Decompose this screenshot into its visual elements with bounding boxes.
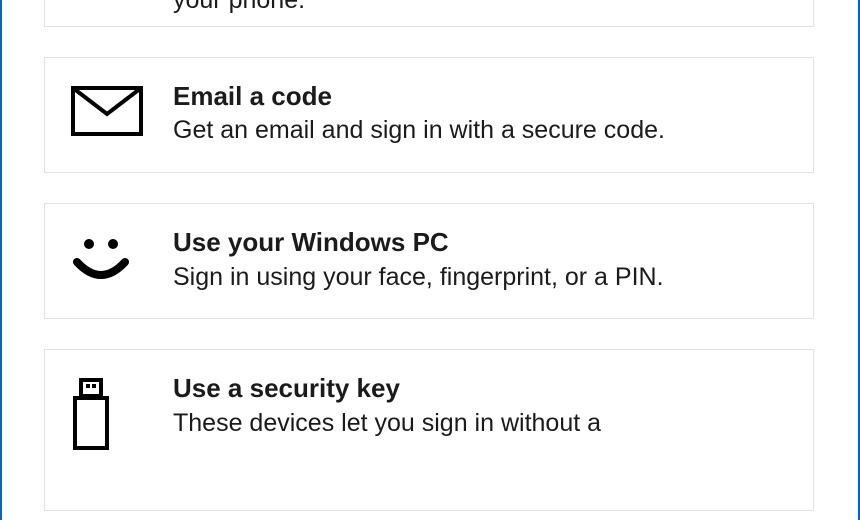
usb-key-icon	[71, 378, 145, 450]
option-description: Get an email and sign in with a secure c…	[173, 114, 787, 148]
smile-icon	[71, 232, 145, 288]
option-title: Email a code	[173, 80, 787, 113]
option-card-text-phone[interactable]: your phone.	[44, 0, 814, 27]
mail-icon	[71, 86, 145, 136]
dialog-frame: your phone. Email a code Get an email an…	[0, 0, 860, 520]
option-text: Email a code Get an email and sign in wi…	[145, 80, 787, 148]
option-text: Use your Windows PC Sign in using your f…	[145, 226, 787, 294]
option-card-windows-pc[interactable]: Use your Windows PC Sign in using your f…	[44, 203, 814, 319]
option-text: Use a security key These devices let you…	[145, 372, 787, 440]
option-description: These devices let you sign in without a	[173, 407, 787, 441]
option-card-security-key[interactable]: Use a security key These devices let you…	[44, 349, 814, 511]
option-card-email-code[interactable]: Email a code Get an email and sign in wi…	[44, 57, 814, 173]
option-description: Sign in using your face, fingerprint, or…	[173, 261, 787, 295]
signin-options-list: your phone. Email a code Get an email an…	[44, 0, 814, 511]
option-title: Use your Windows PC	[173, 226, 787, 259]
option-title: Use a security key	[173, 372, 787, 405]
option-description-fragment: your phone.	[71, 0, 305, 18]
